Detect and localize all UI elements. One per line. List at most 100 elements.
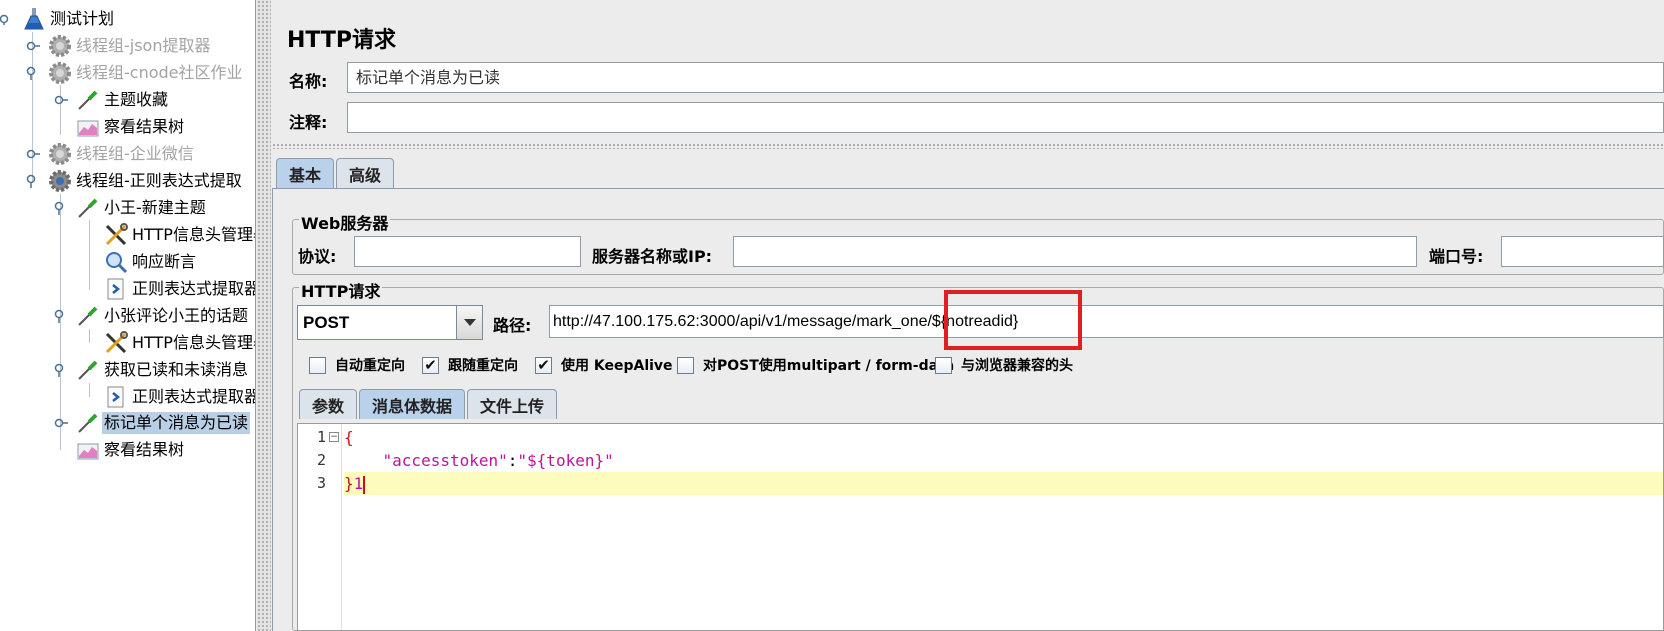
line-number: 1 [316,428,326,446]
method-value: POST [303,313,350,332]
chart-icon [74,114,102,140]
tree-item-label: 线程组-cnode社区作业 [76,63,243,82]
option-keepalive[interactable]: ✔ 使用 KeepAlive [535,354,673,376]
expand-toggle-icon[interactable] [54,201,68,215]
tree-item-topic-favorite[interactable]: 主题收藏 [54,87,170,113]
flask-icon [20,6,48,32]
config-tabs: 基本 高级 [276,158,396,188]
tree-item-get-read-unread[interactable]: 获取已读和未读消息 [54,357,250,383]
tree-item-label: 标记单个消息为已读 [102,412,251,434]
checkbox[interactable] [677,356,694,374]
tree-item-http-header-manager[interactable]: HTTP信息头管理器 [102,330,255,356]
checkbox-checked[interactable]: ✔ [535,356,552,374]
expand-toggle-icon[interactable] [54,95,68,105]
line-number: 3 [316,474,326,492]
path-label: 路径: [493,316,532,335]
tree-item-http-header-manager[interactable]: HTTP信息头管理器 [102,222,256,248]
option-label: 自动重定向 [335,358,405,374]
option-multipart[interactable]: 对POST使用multipart / form-data [677,354,954,376]
expand-toggle-icon[interactable] [26,66,40,80]
web-server-legend: Web服务器 [299,210,391,234]
extractor-icon [102,384,130,410]
protocol-field[interactable] [354,236,581,267]
tree-item-response-assertion[interactable]: 响应断言 [102,249,198,275]
option-label: 使用 KeepAlive [561,358,673,374]
line-gutter: 1 2 3 − [298,424,342,630]
option-label: 跟随重定向 [448,358,518,374]
tree-item-regex-extractor[interactable]: 正则表达式提取器 [102,384,255,410]
tree-item-thread-group-cnode[interactable]: 线程组-cnode社区作业 [26,60,245,86]
protocol-label: 协议: [298,247,337,266]
tab-parameters[interactable]: 参数 [299,389,358,419]
expand-toggle-icon[interactable] [0,13,12,25]
option-browser-compatible-headers[interactable]: 与浏览器兼容的头 [935,354,1073,376]
tree-item-xiaowang-new-topic[interactable]: 小王-新建主题 [54,195,208,221]
text-caret [363,475,366,494]
tree-item-label: 线程组-json提取器 [76,36,211,55]
name-label: 名称: [289,72,328,91]
code-line: { [344,426,1663,449]
tab-file-upload[interactable]: 文件上传 [467,389,558,419]
expand-toggle-icon[interactable] [54,309,68,323]
checkbox-checked[interactable]: ✔ [422,356,439,374]
name-field[interactable]: 标记单个消息为已读 [347,62,1664,93]
pipette-icon [74,195,102,221]
option-label: 与浏览器兼容的头 [961,358,1073,374]
code-token: : [507,451,518,470]
tree-item-label: 主题收藏 [104,90,169,109]
tree-item-thread-group-regex[interactable]: 线程组-正则表达式提取 [26,168,244,194]
pipette-icon [74,303,102,329]
tree-item-label: 测试计划 [50,9,115,28]
tree-item-view-results-tree[interactable]: 察看结果树 [74,437,186,463]
option-follow-redirect[interactable]: ✔ 跟随重定向 [422,354,518,376]
path-field[interactable]: http://47.100.175.62:3000/api/v1/message… [549,305,1664,338]
body-data-editor[interactable]: 1 2 3 − { "accesstoken":"${token}" }1 [297,423,1664,631]
tab-body-data[interactable]: 消息体数据 [359,389,466,419]
extractor-icon [102,276,130,302]
test-plan-tree[interactable]: 测试计划 线程组-json提取器 线程组-cnode社区作业 主题收藏 察看结果… [0,0,256,631]
tab-basic[interactable]: 基本 [276,158,335,188]
option-auto-redirect[interactable]: 自动重定向 [309,354,405,376]
comment-field[interactable] [347,102,1664,133]
pipette-icon [74,357,102,383]
expand-toggle-icon[interactable] [26,174,40,188]
chevron-down-icon[interactable] [456,306,482,339]
panel-splitter[interactable] [257,0,271,631]
expand-toggle-icon[interactable] [54,363,68,377]
server-field[interactable] [733,236,1417,267]
expand-toggle-icon[interactable] [26,41,40,51]
tree-item-regex-extractor[interactable]: 正则表达式提取器 [102,276,255,302]
tree-item-label: 小张评论小王的话题 [104,306,249,325]
code-line-current: }1 [344,472,1663,495]
tree-item-label: HTTP信息头管理器 [132,225,256,244]
code-token: { [344,428,354,447]
port-field[interactable] [1501,236,1664,267]
divider [272,143,1664,149]
pipette-icon [74,410,102,436]
line-number: 2 [316,451,326,469]
gear-icon [46,33,74,59]
expand-toggle-icon[interactable] [26,149,40,159]
code-token: "accesstoken" [382,451,508,470]
tree-item-thread-group-wework[interactable]: 线程组-企业微信 [26,141,196,167]
gear-icon [46,141,74,167]
tab-advanced[interactable]: 高级 [336,158,395,188]
tree-item-thread-group-json[interactable]: 线程组-json提取器 [26,33,213,59]
tree-item-test-plan[interactable]: 测试计划 [0,6,116,32]
port-label: 端口号: [1429,247,1484,266]
expand-toggle-icon[interactable] [54,418,68,428]
page-title: HTTP请求 [287,28,397,53]
code-line: "accesstoken":"${token}" [344,449,1663,472]
tree-item-view-results-tree[interactable]: 察看结果树 [74,114,186,140]
pipette-icon [74,87,102,113]
highlight-box [944,290,1082,350]
method-select[interactable]: POST [297,305,483,340]
option-label: 对POST使用multipart / form-data [703,358,955,374]
fold-toggle-icon[interactable]: − [329,432,339,442]
gear-icon [46,168,74,194]
tree-item-xiaozhang-comment[interactable]: 小张评论小王的话题 [54,303,250,329]
tree-item-label: 获取已读和未读消息 [104,360,249,379]
tree-item-mark-message-read[interactable]: 标记单个消息为已读 [54,410,251,436]
checkbox[interactable] [309,356,326,374]
checkbox[interactable] [935,356,952,374]
